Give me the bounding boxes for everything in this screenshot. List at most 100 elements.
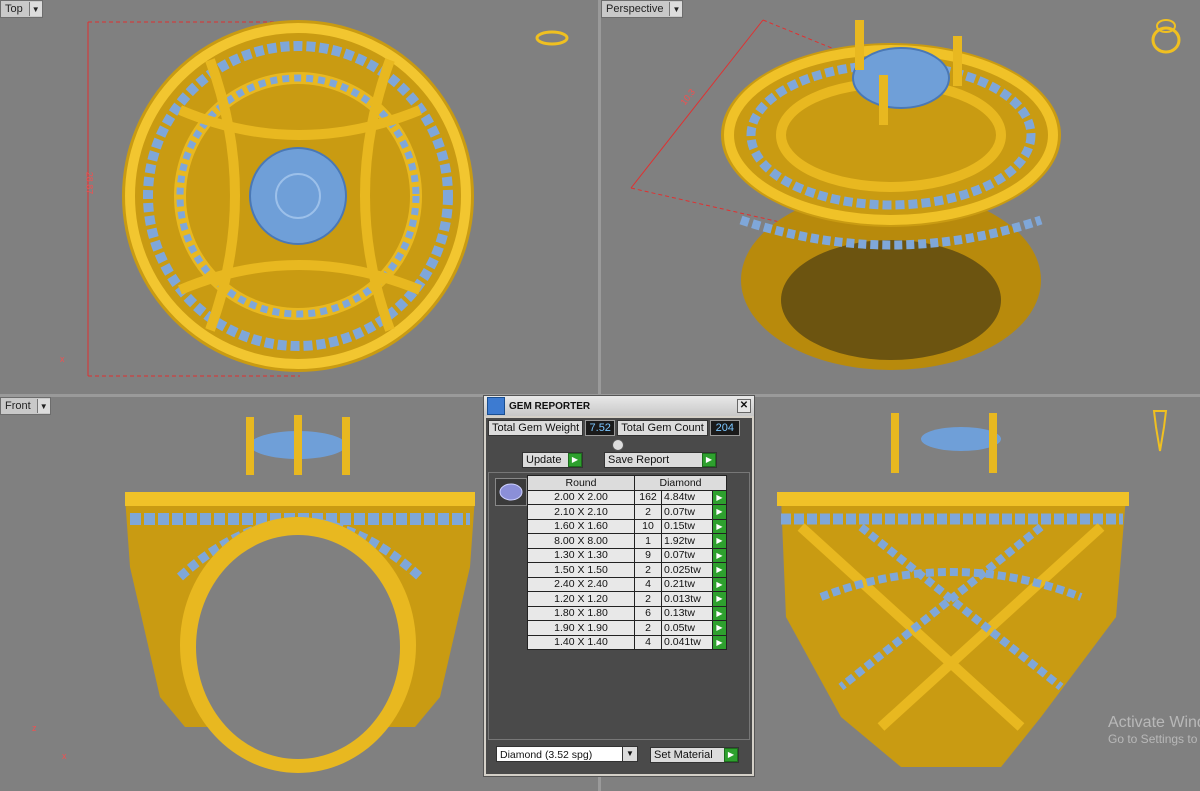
dialog-body: Total Gem Weight 7.52 Total Gem Count 20…	[486, 418, 752, 774]
play-icon: ▶	[568, 453, 582, 467]
table-row[interactable]: 1.50 X 1.50 2 0.025tw ▶	[527, 562, 727, 578]
close-icon[interactable]: ✕	[737, 399, 751, 413]
select-row-icon[interactable]: ▶	[712, 605, 727, 621]
table-row[interactable]: 1.90 X 1.90 2 0.05tw ▶	[527, 620, 727, 636]
gem-weight: 4.84tw	[661, 489, 713, 505]
play-icon: ▶	[724, 748, 738, 762]
gem-summary: Total Gem Weight 7.52 Total Gem Count 20…	[488, 420, 740, 436]
gem-count: 2	[634, 591, 662, 607]
dimension-label: 28.87	[84, 171, 95, 195]
table-row[interactable]: 2.10 X 2.10 2 0.07tw ▶	[527, 504, 727, 520]
table-row[interactable]: 2.40 X 2.40 4 0.21tw ▶	[527, 576, 727, 592]
viewport-top[interactable]: 28.87 Top ▼ x	[0, 0, 598, 394]
gem-size: 1.50 X 1.50	[527, 562, 635, 578]
select-row-icon[interactable]: ▶	[712, 518, 727, 534]
set-material-button[interactable]: Set Material ▶	[650, 747, 739, 763]
gem-count: 1	[634, 533, 662, 549]
table-row[interactable]: 2.00 X 2.00 162 4.84tw ▶	[527, 489, 727, 505]
select-row-icon[interactable]: ▶	[712, 489, 727, 505]
gem-weight: 0.041tw	[661, 634, 713, 650]
axis-x-label: x	[62, 751, 67, 761]
gem-count: 2	[634, 504, 662, 520]
update-button[interactable]: Update ▶	[522, 452, 583, 468]
gem-weight: 0.05tw	[661, 620, 713, 636]
gem-weight: 0.025tw	[661, 562, 713, 578]
ring-top-view	[87, 20, 474, 377]
gem-size: 1.90 X 1.90	[527, 620, 635, 636]
gem-count: 10	[634, 518, 662, 534]
table-row[interactable]: 1.80 X 1.80 6 0.13tw ▶	[527, 605, 727, 621]
select-row-icon[interactable]: ▶	[712, 533, 727, 549]
ring-perspective-view	[630, 19, 1061, 370]
select-row-icon[interactable]: ▶	[712, 591, 727, 607]
gem-weight: 0.21tw	[661, 576, 713, 592]
dialog-title: GEM REPORTER	[509, 400, 591, 412]
chevron-down-icon[interactable]: ▼	[36, 399, 50, 413]
select-row-icon[interactable]: ▶	[712, 562, 727, 578]
gem-size: 2.10 X 2.10	[527, 504, 635, 520]
table-row[interactable]: 1.20 X 1.20 2 0.013tw ▶	[527, 591, 727, 607]
chevron-down-icon[interactable]: ▼	[622, 747, 637, 761]
gem-table: Round Diamond 2.00 X 2.00 162 4.84tw ▶ 2.10 …	[527, 475, 727, 650]
watermark-line1: Activate Windows	[1108, 714, 1200, 731]
gem-list-panel: Round Diamond 2.00 X 2.00 162 4.84tw ▶ 2.10 …	[488, 472, 750, 740]
total-count-value: 204	[709, 420, 740, 436]
ring-side-thumbnail-icon	[1152, 410, 1168, 452]
gem-size: 8.00 X 8.00	[527, 533, 635, 549]
gem-count: 9	[634, 547, 662, 563]
table-row[interactable]: 1.60 X 1.60 10 0.15tw ▶	[527, 518, 727, 534]
gem-count: 4	[634, 576, 662, 592]
play-icon: ▶	[702, 453, 716, 467]
select-row-icon[interactable]: ▶	[712, 634, 727, 650]
gem-weight: 0.013tw	[661, 591, 713, 607]
gem-count: 4	[634, 634, 662, 650]
gem-count: 2	[634, 620, 662, 636]
viewport-label-front[interactable]: Front ▼	[0, 397, 51, 415]
table-row[interactable]: 1.30 X 1.30 9 0.07tw ▶	[527, 547, 727, 563]
dialog-title-bar[interactable]: GEM REPORTER ✕	[484, 396, 754, 416]
resize-knob[interactable]	[612, 439, 624, 451]
gem-weight: 0.15tw	[661, 518, 713, 534]
total-count-label: Total Gem Count	[617, 420, 708, 436]
axis-x-label: x	[60, 354, 65, 364]
gem-size: 2.40 X 2.40	[527, 576, 635, 592]
gem-count: 6	[634, 605, 662, 621]
select-row-icon[interactable]: ▶	[712, 620, 727, 636]
gem-size: 1.80 X 1.80	[527, 605, 635, 621]
gem-weight: 0.07tw	[661, 547, 713, 563]
shape-header: Round	[527, 475, 635, 491]
gem-size: 1.60 X 1.60	[527, 518, 635, 534]
round-diamond-icon	[495, 478, 527, 506]
gem-size: 1.20 X 1.20	[527, 591, 635, 607]
axis-z-label: z	[32, 723, 37, 733]
gem-size: 1.40 X 1.40	[527, 634, 635, 650]
viewport-label-perspective[interactable]: Perspective ▼	[601, 0, 684, 18]
gem-size: 1.30 X 1.30	[527, 547, 635, 563]
gem-count: 2	[634, 562, 662, 578]
watermark-line2: Go to Settings to activate Windows.	[1108, 732, 1200, 746]
material-header: Diamond	[634, 475, 727, 491]
gem-count: 162	[634, 489, 662, 505]
gem-reporter-dialog: GEM REPORTER ✕ Total Gem Weight 7.52 Tot…	[483, 395, 755, 777]
select-row-icon[interactable]: ▶	[712, 576, 727, 592]
activation-watermark: Activate Windows Go to Settings to activ…	[1108, 714, 1200, 746]
chevron-down-icon[interactable]: ▼	[669, 2, 683, 16]
gem-weight: 1.92tw	[661, 533, 713, 549]
material-select[interactable]: Diamond (3.52 spg) ▼	[496, 746, 638, 762]
select-row-icon[interactable]: ▶	[712, 504, 727, 520]
table-row[interactable]: 8.00 X 8.00 1 1.92tw ▶	[527, 533, 727, 549]
select-row-icon[interactable]: ▶	[712, 547, 727, 563]
viewport-label-top[interactable]: Top ▼	[0, 0, 43, 18]
total-weight-label: Total Gem Weight	[488, 420, 584, 436]
gem-reporter-icon	[487, 397, 505, 415]
ring-thumbnail-icon	[535, 30, 569, 46]
gem-size: 2.00 X 2.00	[527, 489, 635, 505]
save-report-button[interactable]: Save Report ▶	[604, 452, 717, 468]
table-row[interactable]: 1.40 X 1.40 4 0.041tw ▶	[527, 634, 727, 650]
gem-weight: 0.13tw	[661, 605, 713, 621]
gem-weight: 0.07tw	[661, 504, 713, 520]
chevron-down-icon[interactable]: ▼	[28, 2, 42, 16]
ring-thumbnail-icon	[1151, 19, 1181, 54]
viewport-perspective[interactable]: 10.3 Perspective ▼	[601, 0, 1200, 394]
total-weight-value: 7.52	[585, 420, 616, 436]
